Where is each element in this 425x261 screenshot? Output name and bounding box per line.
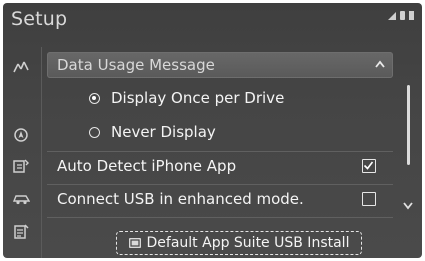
default-icon bbox=[128, 238, 141, 248]
radio-label: Display Once per Drive bbox=[111, 89, 285, 107]
radio-button[interactable] bbox=[89, 127, 100, 138]
connect-usb-checkbox[interactable] bbox=[362, 192, 376, 206]
battery-icon bbox=[400, 11, 405, 20]
radio-option-never-display[interactable]: Never Display bbox=[47, 118, 393, 148]
vehicle-icon[interactable] bbox=[12, 190, 30, 206]
chevron-up-icon bbox=[375, 57, 385, 71]
row-label: Auto Detect iPhone App bbox=[57, 157, 237, 175]
scrollbar-thumb[interactable] bbox=[407, 85, 410, 165]
device-icon bbox=[409, 11, 414, 20]
phone-settings-icon[interactable] bbox=[12, 158, 30, 174]
section-header-label: Data Usage Message bbox=[57, 56, 215, 74]
data-usage-message-header[interactable]: Data Usage Message bbox=[47, 52, 393, 78]
setup-screen: Setup Data Usage Message Display Once pe… bbox=[3, 3, 422, 258]
auto-detect-iphone-row[interactable]: Auto Detect iPhone App bbox=[47, 152, 393, 182]
radio-option-display-once[interactable]: Display Once per Drive bbox=[47, 84, 393, 114]
scrollbar[interactable] bbox=[399, 47, 419, 258]
row-label: Connect USB in enhanced mode. bbox=[57, 190, 304, 208]
signal-settings-icon[interactable] bbox=[12, 59, 30, 75]
sidebar bbox=[3, 47, 42, 258]
auto-detect-checkbox[interactable] bbox=[362, 159, 376, 173]
connect-usb-row[interactable]: Connect USB in enhanced mode. bbox=[47, 185, 393, 215]
status-bar bbox=[388, 11, 414, 20]
default-button-label: Default App Suite USB Install bbox=[146, 235, 350, 251]
radio-button-selected[interactable] bbox=[89, 93, 100, 104]
signal-icon bbox=[388, 12, 396, 20]
chevron-down-icon[interactable] bbox=[403, 199, 413, 213]
radio-label: Never Display bbox=[111, 123, 216, 141]
page-title: Setup bbox=[11, 8, 68, 30]
default-app-suite-usb-install-button[interactable]: Default App Suite USB Install bbox=[116, 231, 362, 255]
navigation-icon[interactable] bbox=[12, 127, 30, 143]
notes-icon[interactable] bbox=[12, 223, 30, 239]
divider bbox=[47, 217, 393, 218]
